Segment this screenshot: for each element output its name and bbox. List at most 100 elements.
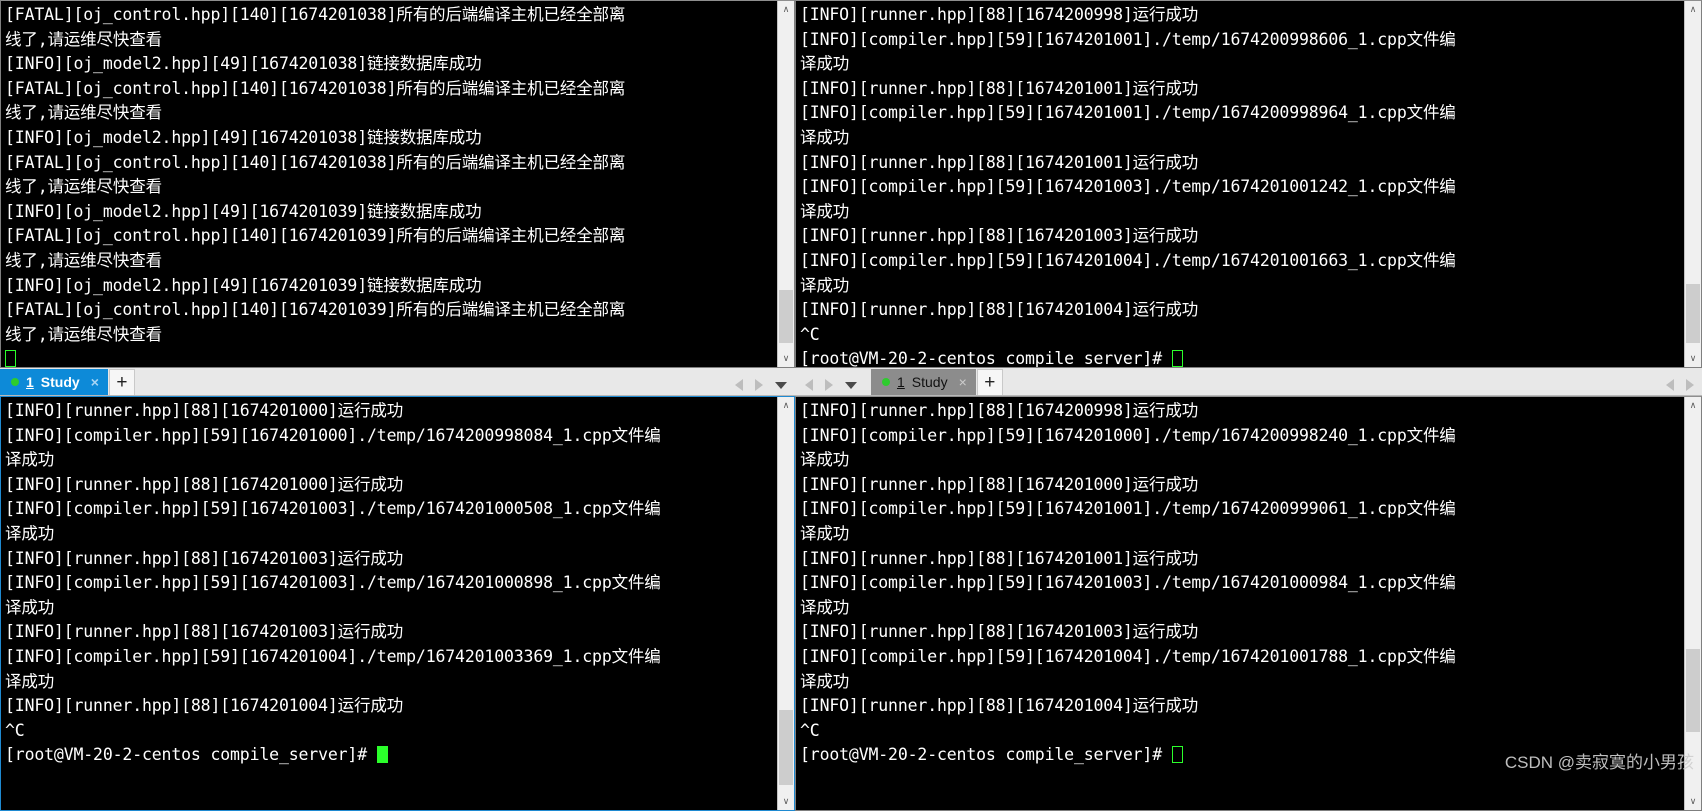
panel-top-right: [INFO][runner.hpp][88][1674200998]运行成功 [I…	[795, 0, 1702, 368]
scrollbar-bottom-right[interactable]: ∧ ∨	[1684, 397, 1701, 810]
terminal-line: 译成功	[5, 523, 55, 543]
scrollbar-top-left[interactable]: ∧ ∨	[777, 1, 794, 367]
scrollbar-up-button[interactable]: ∧	[778, 1, 794, 18]
tab-scroll-left-icon[interactable]	[1666, 379, 1674, 391]
terminal-line: [INFO][compiler.hpp][59][1674201001]./te…	[800, 29, 1456, 49]
tabstrip-nav	[735, 379, 795, 395]
scrollbar-down-button[interactable]: ∨	[1685, 793, 1701, 810]
terminal-line: 译成功	[800, 450, 850, 470]
scrollbar-top-right[interactable]: ∧ ∨	[1684, 1, 1701, 367]
terminal-line: [INFO][runner.hpp][88][1674201004]运行成功	[800, 300, 1199, 320]
terminal-line: [INFO][compiler.hpp][59][1674201000]./te…	[800, 425, 1456, 445]
terminal-line: [INFO][runner.hpp][88][1674201004]运行成功	[5, 696, 404, 716]
terminal-prompt-line: [root@VM-20-2-centos compile_server]#	[800, 347, 1684, 367]
terminal-bottom-left[interactable]: [INFO][runner.hpp][88][1674201000]运行成功 [I…	[1, 397, 777, 810]
tab-index-label: 1	[897, 374, 905, 390]
tab-scroll-right-icon[interactable]	[1686, 379, 1694, 391]
tab-index-label: 1	[26, 374, 34, 390]
tab-study-active[interactable]: 1 Study ×	[0, 369, 108, 395]
scrollbar-thumb[interactable]	[779, 290, 793, 344]
panel-bottom-right: 1 Study × + [INFO][runner.hpp][88][16742…	[795, 368, 1702, 811]
tab-list-dropdown-icon[interactable]	[775, 381, 787, 389]
terminal-line: [INFO][runner.hpp][88][1674201000]运行成功	[800, 474, 1199, 494]
terminal-top-right[interactable]: [INFO][runner.hpp][88][1674200998]运行成功 [I…	[796, 1, 1684, 367]
terminal-line: 译成功	[5, 597, 55, 617]
new-tab-button[interactable]: +	[976, 369, 1003, 395]
terminal-prompt-line: [root@VM-20-2-centos compile_server]#	[800, 743, 1684, 768]
terminal-line: 线了,请运维尽快查看	[5, 103, 162, 123]
scrollbar-down-button[interactable]: ∨	[1685, 350, 1701, 367]
scrollbar-track[interactable]	[778, 18, 794, 350]
terminal-line: [FATAL][oj_control.hpp][140][1674201038]…	[5, 152, 626, 172]
tab-title-label: Study	[40, 374, 80, 390]
scrollbar-thumb[interactable]	[779, 709, 793, 786]
scrollbar-track[interactable]	[1685, 18, 1701, 350]
tab-title-label: Study	[911, 374, 948, 390]
terminal-line: 译成功	[800, 201, 850, 221]
terminal-cursor	[1171, 350, 1183, 367]
tab-study-inactive[interactable]: 1 Study ×	[871, 369, 976, 395]
shell-prompt: [root@VM-20-2-centos compile_server]#	[800, 745, 1172, 765]
terminal-line: [INFO][compiler.hpp][59][1674201003]./te…	[5, 573, 661, 593]
terminal-line: 线了,请运维尽快查看	[5, 324, 162, 344]
terminal-line: [INFO][compiler.hpp][59][1674201001]./te…	[800, 499, 1456, 519]
terminal-wrapper-bottom-right: [INFO][runner.hpp][88][1674200998]运行成功 [I…	[795, 396, 1702, 811]
terminal-line: [INFO][runner.hpp][88][1674201003]运行成功	[800, 622, 1199, 642]
tabstrip-nav-right	[1666, 379, 1702, 395]
scrollbar-thumb[interactable]	[1686, 283, 1700, 344]
terminal-line: [INFO][runner.hpp][88][1674200998]运行成功	[800, 5, 1199, 24]
tab-close-icon[interactable]: ×	[91, 374, 99, 390]
terminal-line: [INFO][compiler.hpp][59][1674201004]./te…	[5, 646, 661, 666]
terminal-line: 译成功	[800, 671, 850, 691]
terminal-line: [INFO][runner.hpp][88][1674201003]运行成功	[5, 548, 404, 568]
tab-list-dropdown-icon[interactable]	[845, 381, 857, 389]
terminal-line: [INFO][oj_model2.hpp][49][1674201039]链接数…	[5, 275, 482, 295]
terminal-line: [INFO][runner.hpp][88][1674201001]运行成功	[800, 152, 1199, 172]
scrollbar-up-button[interactable]: ∧	[1685, 1, 1701, 18]
terminal-line: 线了,请运维尽快查看	[5, 177, 162, 197]
tab-scroll-left-icon[interactable]	[735, 379, 743, 391]
tab-scroll-left-icon[interactable]	[805, 379, 813, 391]
tab-scroll-right-icon[interactable]	[825, 379, 833, 391]
terminal-wrapper-top-right: [INFO][runner.hpp][88][1674200998]运行成功 [I…	[795, 0, 1702, 368]
tab-scroll-right-icon[interactable]	[755, 379, 763, 391]
scrollbar-bottom-left[interactable]: ∧ ∨	[777, 397, 794, 810]
terminal-line: 译成功	[800, 275, 850, 295]
tabstrip-bottom-right: 1 Study × +	[795, 368, 1702, 396]
terminal-line: [FATAL][oj_control.hpp][140][1674201038]…	[5, 78, 626, 98]
terminal-line: ^C	[800, 324, 820, 344]
terminal-line: 译成功	[5, 450, 55, 470]
tabstrip-nav	[795, 379, 865, 395]
terminal-line: [INFO][runner.hpp][88][1674201003]运行成功	[800, 226, 1199, 246]
terminal-cursor	[376, 746, 388, 764]
scrollbar-up-button[interactable]: ∧	[1685, 397, 1701, 414]
scrollbar-up-button[interactable]: ∧	[778, 397, 794, 414]
terminal-prompt-line: [root@VM-20-2-centos compile_server]#	[5, 743, 777, 768]
terminal-bottom-right[interactable]: [INFO][runner.hpp][88][1674200998]运行成功 [I…	[796, 397, 1684, 810]
new-tab-button[interactable]: +	[108, 369, 135, 395]
shell-prompt: [root@VM-20-2-centos compile_server]#	[800, 349, 1172, 367]
terminal-grid: [FATAL][oj_control.hpp][140][1674201038]…	[0, 0, 1702, 811]
scrollbar-thumb[interactable]	[1686, 648, 1700, 733]
terminal-line: ^C	[800, 720, 820, 740]
terminal-line: [INFO][compiler.hpp][59][1674201004]./te…	[800, 646, 1456, 666]
terminal-line: 译成功	[800, 597, 850, 617]
terminal-top-left[interactable]: [FATAL][oj_control.hpp][140][1674201038]…	[1, 1, 777, 367]
terminal-line: 译成功	[800, 54, 850, 74]
scrollbar-track[interactable]	[1685, 414, 1701, 793]
panel-top-left: [FATAL][oj_control.hpp][140][1674201038]…	[0, 0, 795, 368]
terminal-line: [FATAL][oj_control.hpp][140][1674201039]…	[5, 300, 626, 320]
terminal-line: [INFO][oj_model2.hpp][49][1674201039]链接数…	[5, 201, 482, 221]
scrollbar-down-button[interactable]: ∨	[778, 793, 794, 810]
terminal-line: [INFO][compiler.hpp][59][1674201003]./te…	[800, 177, 1456, 197]
terminal-line: 译成功	[800, 523, 850, 543]
scrollbar-track[interactable]	[778, 414, 794, 793]
terminal-line: 译成功	[800, 127, 850, 147]
terminal-line: [FATAL][oj_control.hpp][140][1674201038]…	[5, 5, 626, 24]
terminal-line: [INFO][compiler.hpp][59][1674201000]./te…	[5, 425, 661, 445]
tab-status-dot-icon	[11, 378, 19, 386]
tab-close-icon[interactable]: ×	[959, 374, 967, 390]
terminal-line: [INFO][runner.hpp][88][1674201001]运行成功	[800, 78, 1199, 98]
scrollbar-down-button[interactable]: ∨	[778, 350, 794, 367]
terminal-prompt-line	[5, 347, 777, 367]
